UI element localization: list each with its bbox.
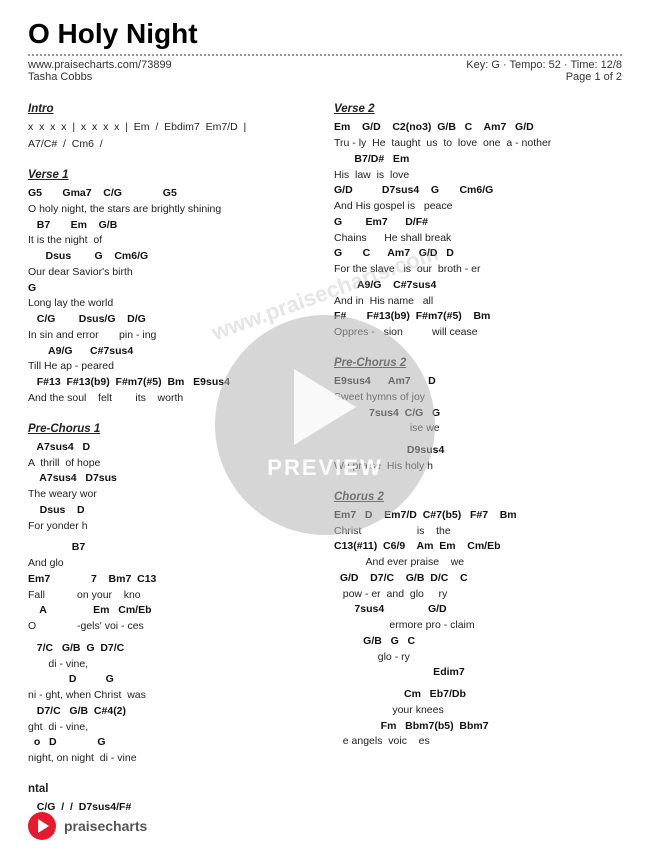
ch2-chord-8: Fm Bbm7(b5) Bbm7: [334, 719, 622, 735]
pc1-chord-10: o D G: [28, 735, 316, 751]
dotted-separator: [28, 54, 622, 56]
v1-chord-4: G: [28, 281, 316, 297]
artist: Tasha Cobbs: [28, 71, 92, 83]
section-verse2-label: Verse 2: [334, 101, 622, 118]
v2-lyric-6: And in His name all: [334, 294, 622, 310]
meta-right: Key: G · Tempo: 52 · Time: 12/8 Page 1 o…: [466, 59, 622, 83]
v2-lyric-3: And His gospel is peace: [334, 199, 622, 215]
ch2-lyric-5: glo - ry: [334, 650, 622, 666]
pc1-chord-7: 7/C G/B G D7/C: [28, 641, 316, 657]
page-number: Page 1 of 2: [566, 71, 622, 83]
v1-chord-7: F#13 F#13(b9) F#m7(#5) Bm E9sus4: [28, 375, 316, 391]
v2-lyric-7: Oppres - sion will cease: [334, 325, 622, 341]
pc1-lyric-4: And glo: [28, 556, 316, 572]
v2-chord-3: G/D D7sus4 G Cm6/G: [334, 183, 622, 199]
ch2-lyric-3: pow - er and glo ry: [334, 587, 622, 603]
pc1-lyric-7: di - vine,: [28, 657, 316, 673]
pc2-lyric-2: ise we: [334, 421, 622, 437]
song-title: O Holy Night: [28, 18, 622, 50]
intro-line-1: x x x x | x x x x | Em / Ebdim7 Em7/D |: [28, 120, 316, 136]
meta-row: www.praisecharts.com/73899 Tasha Cobbs K…: [28, 59, 622, 83]
pc2-lyric-3: We praise His holy h: [334, 459, 622, 475]
v2-chord-2: B7/D# Em: [334, 152, 622, 168]
pc1-lyric-9: ght di - vine,: [28, 720, 316, 736]
ch2-lyric-4: ermore pro - claim: [334, 618, 622, 634]
pc1-lyric-1: A thrill of hope: [28, 456, 316, 472]
v1-lyric-1: O holy night, the stars are brightly shi…: [28, 202, 316, 218]
section-prechorus2-label: Pre-Chorus 2: [334, 355, 622, 372]
v2-chord-7: F# F#13(b9) F#m7(#5) Bm: [334, 309, 622, 325]
v1-chord-6: A9/G C#7sus4: [28, 344, 316, 360]
pc1-chord-9: D7/C G/B C#4(2): [28, 704, 316, 720]
v2-chord-4: G Em7 D/F#: [334, 215, 622, 231]
pc1-chord-2: A7sus4 D7sus: [28, 471, 316, 487]
v1-lyric-6: Till He ap - peared: [28, 359, 316, 375]
v2-lyric-5: For the slave is our broth - er: [334, 262, 622, 278]
ch2-chord-6: Edim7: [334, 665, 622, 681]
ch2-chord-4: 7sus4 G/D: [334, 602, 622, 618]
pc1-lyric-3: For yonder h: [28, 519, 316, 535]
ch2-chord-1: Em7 D Em7/D C#7(b5) F#7 Bm: [334, 508, 622, 524]
v2-chord-1: Em G/D C2(no3) G/B C Am7 G/D: [334, 120, 622, 136]
pc1-lyric-2: The weary wor: [28, 487, 316, 503]
v1-lyric-3: Our dear Savior's birth: [28, 265, 316, 281]
key-tempo-time: Key: G · Tempo: 52 · Time: 12/8: [466, 59, 622, 71]
v1-chord-1: G5 Gma7 C/G G5: [28, 186, 316, 202]
footer-play-icon: [38, 819, 49, 833]
pc1-lyric-6: O -gels' voi - ces: [28, 619, 316, 635]
pc1-lyric-10: night, on night di - vine: [28, 751, 316, 767]
v1-lyric-5: In sin and error pin - ing: [28, 328, 316, 344]
pc1-lyric-8: ni - ght, when Christ was: [28, 688, 316, 704]
ch2-lyric-1: Christ is the: [334, 524, 622, 540]
v1-chord-5: C/G Dsus/G D/G: [28, 312, 316, 328]
v2-lyric-2: His law is love: [334, 168, 622, 184]
v2-lyric-1: Tru - ly He taught us to love one a - no…: [334, 136, 622, 152]
v1-chord-3: Dsus G Cm6/G: [28, 249, 316, 265]
ch2-chord-5: G/B G C: [334, 634, 622, 650]
pc2-chord-1: E9sus4 Am7 D: [334, 374, 622, 390]
section-verse1-label: Verse 1: [28, 167, 316, 184]
v1-lyric-4: Long lay the world: [28, 296, 316, 312]
intro-line-2: A7/C# / Cm6 /: [28, 137, 316, 153]
footer: praisecharts: [28, 812, 622, 840]
ch2-chord-7: Cm Eb7/Db: [334, 687, 622, 703]
section-ntal-label: ntal: [28, 781, 316, 798]
pc1-chord-8: D G: [28, 672, 316, 688]
pc1-lyric-5: Fall on your kno: [28, 588, 316, 604]
section-intro-label: Intro: [28, 101, 316, 118]
ch2-lyric-7: your knees: [334, 703, 622, 719]
v1-chord-2: B7 Em G/B: [28, 218, 316, 234]
pc1-chord-3: Dsus D: [28, 503, 316, 519]
section-chorus2-label: Chorus 2: [334, 489, 622, 506]
ch2-lyric-2: And ever praise we: [334, 555, 622, 571]
content-columns: Intro x x x x | x x x x | Em / Ebdim7 Em…: [28, 93, 622, 816]
pc2-chord-3: D9sus4: [334, 443, 622, 459]
pc1-chord-4: B7: [28, 540, 316, 556]
ch2-lyric-8: e angels voic es: [334, 734, 622, 750]
v1-lyric-7: And the soul felt its worth: [28, 391, 316, 407]
url: www.praisecharts.com/73899: [28, 59, 172, 71]
meta-left: www.praisecharts.com/73899 Tasha Cobbs: [28, 59, 172, 83]
pc1-chord-5: Em7 7 Bm7 C13: [28, 572, 316, 588]
v1-lyric-2: It is the night of: [28, 233, 316, 249]
pc1-chord-6: A Em Cm/Eb: [28, 603, 316, 619]
footer-brand: praisecharts: [64, 818, 147, 834]
right-column: Verse 2 Em G/D C2(no3) G/B C Am7 G/D Tru…: [334, 93, 622, 816]
pc1-chord-1: A7sus4 D: [28, 440, 316, 456]
page-container: O Holy Night www.praisecharts.com/73899 …: [0, 0, 650, 850]
left-column: Intro x x x x | x x x x | Em / Ebdim7 Em…: [28, 93, 316, 816]
pc2-chord-2: 7sus4 C/G G: [334, 406, 622, 422]
v2-chord-6: A9/G C#7sus4: [334, 278, 622, 294]
pc2-lyric-1: Sweet hymns of joy: [334, 390, 622, 406]
footer-logo: [28, 812, 56, 840]
section-prechorus1-label: Pre-Chorus 1: [28, 421, 316, 438]
v2-lyric-4: Chains He shall break: [334, 231, 622, 247]
ch2-chord-2: C13(#11) C6/9 Am Em Cm/Eb: [334, 539, 622, 555]
ch2-chord-3: G/D D7/C G/B D/C C: [334, 571, 622, 587]
v2-chord-5: G C Am7 G/D D: [334, 246, 622, 262]
